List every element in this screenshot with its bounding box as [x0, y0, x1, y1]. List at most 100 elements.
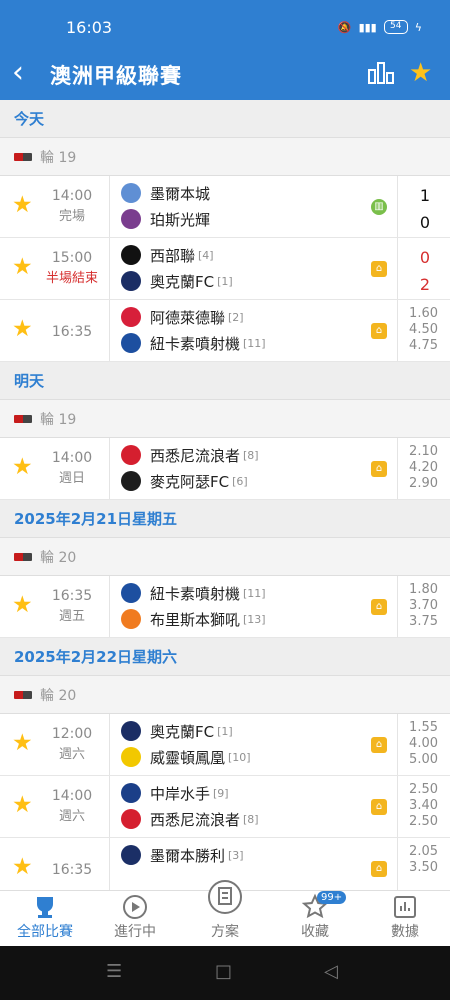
team-crest-icon — [121, 783, 141, 803]
pitch-icon[interactable]: ⌂ — [371, 799, 387, 815]
home-team: 阿德萊德聯 [2] — [121, 305, 244, 329]
odds-value: 3.75 — [409, 614, 438, 629]
tab-plans[interactable]: 方案 — [180, 880, 270, 947]
team-rank: [2] — [228, 310, 244, 324]
odds-list: 2.05 3.50 — [398, 844, 438, 876]
home-team: 墨爾本城 — [121, 181, 210, 205]
match-list: 今天輪 19 ★ 14:00 完場 墨爾本城 珀斯光輝 ▥ 1 0 ★ 15:00 半場結束 西部聯 [4… — [0, 100, 450, 890]
tab-data[interactable]: 數據 — [360, 891, 450, 947]
favorite-star-icon[interactable]: ★ — [12, 793, 36, 817]
android-navigation-bar: ☰ □ ◁ — [0, 946, 450, 1000]
tab-favorites[interactable]: 99+ 收藏 — [270, 891, 360, 947]
nav-bar: ‹ 澳洲甲級聯賽 ★ — [0, 50, 450, 100]
match-row[interactable]: ★ 14:00 完場 墨爾本城 珀斯光輝 ▥ 1 0 — [0, 176, 450, 238]
team-name: 墨爾本城 — [150, 184, 211, 203]
team-rank: [8] — [243, 812, 259, 826]
team-crest-icon — [121, 609, 141, 629]
date-header: 2025年2月21日星期五 — [0, 500, 450, 538]
match-time: 14:00 — [51, 188, 93, 204]
recent-apps-icon[interactable]: ☰ — [106, 962, 122, 982]
favorite-star-icon[interactable]: ★ — [409, 58, 432, 88]
round-label: 輪 20 — [40, 549, 77, 566]
odds-value: 2.50 — [409, 814, 438, 829]
divider — [109, 176, 110, 237]
home-team: 西悉尼流浪者 [8] — [121, 443, 259, 467]
tab-all-matches[interactable]: 全部比賽 — [0, 891, 90, 947]
date-label: 2025年2月22日星期六 — [14, 648, 178, 666]
date-header: 明天 — [0, 362, 450, 400]
match-status: 週日 — [58, 471, 85, 486]
team-crest-icon — [121, 747, 141, 767]
away-team: 紐卡素噴射機 [11] — [121, 331, 266, 355]
bottom-nav: 全部比賽 進行中 方案 99+ 收藏 數據 — [0, 880, 450, 947]
pitch-icon[interactable]: ⌂ — [371, 323, 387, 339]
football-league-app: 16:03 🔕 ▮▮▮ 54 ϟ ‹ 澳洲甲級聯賽 ★ 今天輪 19 ★ 14:00… — [0, 0, 450, 1000]
match-row[interactable]: ★ 12:00 週六 奧克蘭FC [1] 威靈頓鳳凰 [10] ⌂ 1.55 4.00 5.00 — [0, 714, 450, 776]
tab-label: 全部比賽 — [17, 924, 73, 940]
away-team: 威靈頓鳳凰 [10] — [121, 745, 251, 769]
home-button-icon[interactable]: □ — [215, 962, 232, 982]
odds-value: 5.00 — [409, 752, 438, 767]
status-icons: 🔕 ▮▮▮ 54 ϟ — [338, 20, 422, 34]
home-team: 墨爾本勝利 [3] — [121, 843, 244, 867]
odds-value: 1.60 — [409, 306, 438, 321]
team-crest-icon — [121, 809, 141, 829]
team-name: 西悉尼流浪者 — [150, 810, 241, 829]
home-team: 西部聯 [4] — [121, 243, 214, 267]
favorite-star-icon[interactable]: ★ — [12, 731, 36, 755]
odds-value: 2.05 — [409, 844, 438, 859]
pitch-icon[interactable]: ⌂ — [371, 861, 387, 877]
page-title: 澳洲甲級聯賽 — [50, 64, 182, 88]
home-team: 奧克蘭FC [1] — [121, 719, 233, 743]
away-team: 西悉尼流浪者 [8] — [121, 807, 259, 831]
match-row[interactable]: ★ 14:00 週六 中岸水手 [9] 西悉尼流浪者 [8] ⌂ 2.50 3.40 2.50 — [0, 776, 450, 838]
home-team: 中岸水手 [9] — [121, 781, 229, 805]
odds-value: 3.40 — [409, 798, 438, 813]
chevron-left-icon[interactable]: ‹ — [12, 58, 24, 88]
team-name: 珀斯光輝 — [150, 210, 211, 229]
match-time: 15:00 — [51, 250, 93, 266]
match-row[interactable]: ★ 15:00 半場結束 西部聯 [4] 奧克蘭FC [1] ⌂ 0 2 — [0, 238, 450, 300]
favorites-badge: 99+ — [317, 891, 347, 904]
divider — [109, 300, 110, 361]
match-row[interactable]: ★ 16:35 週五 紐卡素噴射機 [11] 布里斯本獅吼 [13] ⌂ 1.80 3.70 3.7… — [0, 576, 450, 638]
favorite-star-icon[interactable]: ★ — [12, 193, 36, 217]
odds-value: 3.50 — [409, 860, 438, 875]
pitch-icon[interactable]: ⌂ — [371, 737, 387, 753]
team-crest-icon — [121, 471, 141, 491]
favorite-star-icon[interactable]: ★ — [12, 455, 36, 479]
trophy-icon — [37, 897, 53, 918]
divider — [109, 576, 110, 637]
team-name: 西悉尼流浪者 — [150, 446, 241, 465]
team-name: 布里斯本獅吼 — [150, 610, 241, 629]
favorite-star-icon[interactable]: ★ — [12, 855, 36, 879]
team-crest-icon — [121, 721, 141, 741]
team-crest-icon — [121, 333, 141, 353]
favorite-star-icon[interactable]: ★ — [12, 317, 36, 341]
team-crest-icon — [121, 845, 141, 865]
back-button-icon[interactable]: ◁ — [324, 962, 338, 982]
favorite-star-icon[interactable]: ★ — [12, 255, 36, 279]
pitch-icon[interactable]: ⌂ — [371, 261, 387, 277]
home-score: 1 — [419, 186, 430, 205]
tab-live[interactable]: 進行中 — [90, 891, 180, 947]
match-row[interactable]: ★ 14:00 週日 西悉尼流浪者 [8] 麥克阿瑟FC [6] ⌂ 2.10 4.20 2.90 — [0, 438, 450, 500]
divider — [109, 238, 110, 299]
team-crest-icon — [121, 183, 141, 203]
battery-icon: 54 — [383, 20, 408, 34]
team-rank: [10] — [228, 750, 251, 764]
charging-icon: ϟ — [414, 20, 422, 34]
match-row[interactable]: ★ 16:35 阿德萊德聯 [2] 紐卡素噴射機 [11] ⌂ 1.60 4.50 4.75 — [0, 300, 450, 362]
favorite-star-icon[interactable]: ★ — [12, 593, 36, 617]
pitch-icon[interactable]: ⌂ — [371, 461, 387, 477]
pitch-icon[interactable]: ⌂ — [371, 599, 387, 615]
date-header: 今天 — [0, 100, 450, 138]
away-team: 珀斯光輝 — [121, 207, 210, 231]
signal-icon: ▮▮▮ — [358, 20, 377, 34]
odds-value: 1.80 — [409, 582, 438, 597]
bar-chart-icon[interactable] — [368, 62, 394, 84]
team-name: 西部聯 — [150, 246, 196, 265]
team-crest-icon — [121, 209, 141, 229]
away-team: 奧克蘭FC [1] — [121, 269, 233, 293]
stats-icon[interactable]: ▥ — [371, 199, 387, 215]
